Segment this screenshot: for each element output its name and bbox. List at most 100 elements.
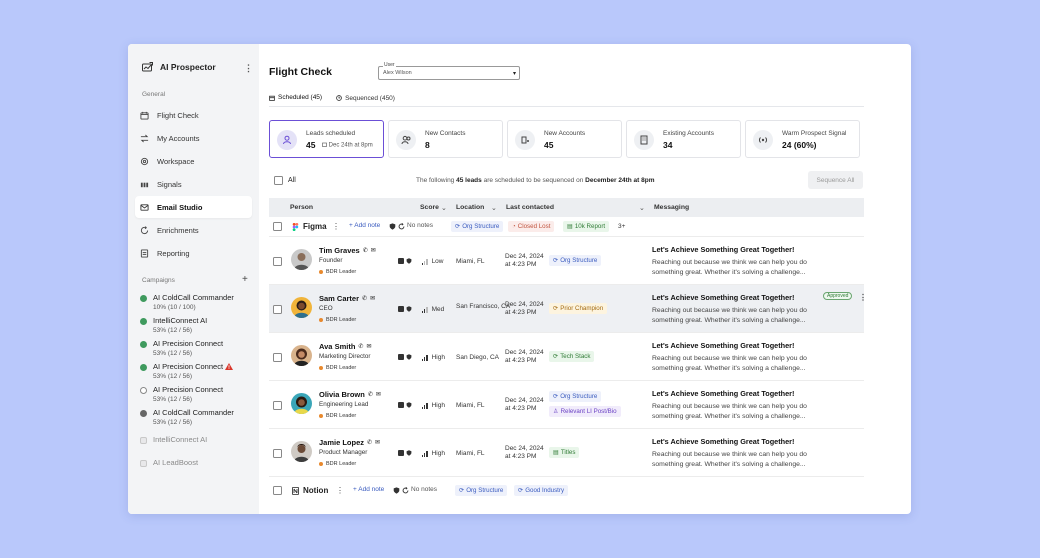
stat-warm-prospect[interactable]: Warm Prospect Signal 24 (60%) — [745, 120, 860, 158]
user-select-value: Alex Wilson — [383, 70, 412, 76]
mail-icon[interactable]: ✉ — [376, 391, 381, 398]
col-score[interactable]: Score — [420, 204, 439, 211]
tag-tech-stack: ⟳ Tech Stack — [549, 351, 595, 362]
nav-reporting[interactable]: Reporting — [135, 242, 252, 264]
row-checkbox[interactable] — [273, 305, 282, 314]
shield-icon[interactable] — [406, 402, 412, 408]
clock-icon — [336, 95, 342, 101]
last-contacted: Dec 24, 2024 at 4:23 PM — [505, 253, 544, 269]
table-row[interactable]: Tim Graves ✆ ✉ Founder BDR Leader Low Miam… — [269, 237, 864, 285]
user-select[interactable]: User Alex Wilson ▾ — [378, 62, 520, 80]
col-person[interactable]: Person — [290, 204, 313, 211]
person-name[interactable]: Olivia Brown — [319, 390, 365, 399]
app-menu-icon[interactable]: ⋮ — [244, 63, 253, 74]
campaign-item[interactable]: AI Precision Connect 53% (12 / 56) — [140, 385, 255, 403]
select-all-checkbox[interactable] — [274, 176, 283, 185]
row-checkbox[interactable] — [273, 486, 282, 495]
phone-icon[interactable]: ✆ — [362, 295, 367, 302]
message-preview[interactable]: Let's Achieve Something Great Together! R… — [652, 293, 834, 325]
mail-icon[interactable]: ✉ — [375, 439, 380, 446]
nav-signals[interactable]: Signals — [135, 173, 252, 195]
linkedin-icon[interactable] — [398, 402, 404, 408]
shield-icon[interactable] — [406, 450, 412, 456]
row-checkbox[interactable] — [273, 257, 282, 266]
tab-label: Sequenced (450) — [345, 94, 395, 102]
col-messaging[interactable]: Messaging — [654, 204, 689, 211]
person-name[interactable]: Ava Smith — [319, 342, 355, 351]
row-checkbox[interactable] — [273, 222, 282, 231]
tag-good-industry: ⟳ Good Industry — [514, 485, 569, 496]
nav-flight-check[interactable]: Flight Check — [135, 104, 252, 126]
more-tags-count[interactable]: 3+ — [618, 223, 625, 230]
linkedin-icon[interactable] — [398, 258, 404, 264]
nav-my-accounts[interactable]: My Accounts — [135, 127, 252, 149]
linkedin-icon[interactable] — [398, 354, 404, 360]
refresh-icon[interactable] — [402, 487, 409, 494]
phone-icon[interactable]: ✆ — [363, 247, 368, 254]
nav-enrichments[interactable]: Enrichments — [135, 219, 252, 241]
phone-icon[interactable]: ✆ — [358, 343, 363, 350]
message-preview[interactable]: Let's Achieve Something Great Together! R… — [652, 389, 834, 421]
tag-text: Tech Stack — [560, 353, 591, 360]
shield-icon[interactable] — [389, 223, 396, 230]
person-badge: BDR Leader — [319, 269, 356, 275]
col-location[interactable]: Location — [456, 204, 484, 211]
campaign-item[interactable]: AI ColdCall Commander 10% (10 / 100) — [140, 293, 255, 311]
add-note-button[interactable]: + Add note — [353, 486, 384, 493]
campaign-item[interactable]: AI Precision Connect 53% (12 / 56) — [140, 362, 255, 380]
campaign-item[interactable]: AI LeadBoost — [140, 458, 255, 467]
phone-icon[interactable]: ✆ — [368, 391, 373, 398]
stat-new-accounts[interactable]: New Accounts 45 — [507, 120, 622, 158]
row-checkbox[interactable] — [273, 449, 282, 458]
shield-icon[interactable] — [406, 258, 412, 264]
campaign-item[interactable]: AI ColdCall Commander 53% (12 / 56) — [140, 408, 255, 426]
linkedin-icon[interactable] — [398, 306, 404, 312]
add-note-button[interactable]: + Add note — [349, 222, 380, 229]
more-icon[interactable]: ⋮ — [332, 222, 340, 231]
phone-icon[interactable]: ✆ — [367, 439, 372, 446]
stats-row: Leads scheduled 45 Dec 24th at 8pm New C… — [269, 120, 860, 158]
stat-new-contacts[interactable]: New Contacts 8 — [388, 120, 503, 158]
shield-icon[interactable] — [406, 354, 412, 360]
chevron-down-icon[interactable]: ⌄ — [639, 204, 645, 212]
add-campaign-button[interactable]: + — [242, 274, 248, 285]
message-preview[interactable]: Let's Achieve Something Great Together! R… — [652, 437, 834, 469]
person-name[interactable]: Sam Carter — [319, 294, 359, 303]
row-checkbox[interactable] — [273, 401, 282, 410]
no-notes-label: No notes — [407, 222, 434, 229]
table-row[interactable]: Jamie Lopez ✆ ✉ Product Manager BDR Leader… — [269, 429, 864, 477]
more-icon[interactable]: ⋮ — [859, 293, 867, 302]
brand[interactable]: AI Prospector — [142, 62, 216, 72]
account-group-row[interactable]: Notion ⋮ + Add note No notes ⟳ Org Struct… — [269, 481, 864, 501]
more-icon[interactable]: ⋮ — [336, 486, 344, 495]
table-row[interactable]: Ava Smith ✆ ✉ Marketing Director BDR Leade… — [269, 333, 864, 381]
linkedin-icon[interactable] — [398, 450, 404, 456]
person-name[interactable]: Tim Graves — [319, 246, 360, 255]
message-body: Reaching out because we think we can hel… — [652, 259, 807, 276]
sequence-all-button[interactable]: Sequence All — [808, 171, 863, 189]
mail-icon[interactable]: ✉ — [370, 295, 375, 302]
campaign-item[interactable]: IntelliConnect AI — [140, 435, 255, 444]
shield-icon[interactable] — [406, 306, 412, 312]
message-title: Let's Achieve Something Great Together! — [652, 389, 795, 398]
col-last-contacted[interactable]: Last contacted — [506, 204, 554, 211]
stat-leads-scheduled[interactable]: Leads scheduled 45 Dec 24th at 8pm — [269, 120, 384, 158]
table-row[interactable]: Olivia Brown ✆ ✉ Engineering Lead BDR Lead… — [269, 381, 864, 429]
nav-workspace[interactable]: Workspace — [135, 150, 252, 172]
stat-existing-accounts[interactable]: Existing Accounts 34 — [626, 120, 741, 158]
message-preview[interactable]: Let's Achieve Something Great Together! R… — [652, 341, 834, 373]
campaign-item[interactable]: IntelliConnect AI 53% (12 / 56) — [140, 316, 255, 334]
table-row[interactable]: Sam Carter ✆ ✉ CEO BDR Leader Med San Fran… — [269, 285, 867, 333]
refresh-icon[interactable] — [398, 223, 405, 230]
mail-icon[interactable]: ✉ — [366, 343, 371, 350]
account-group-row[interactable]: Figma ⋮ + Add note No notes ⟳ Org Structu… — [269, 217, 864, 237]
shield-icon[interactable] — [393, 487, 400, 494]
chevron-down-icon[interactable]: ⌄ — [441, 204, 447, 212]
mail-icon[interactable]: ✉ — [371, 247, 376, 254]
person-name[interactable]: Jamie Lopez — [319, 438, 364, 447]
nav-email-studio[interactable]: Email Studio — [135, 196, 252, 218]
chevron-down-icon[interactable]: ⌄ — [491, 204, 497, 212]
row-checkbox[interactable] — [273, 353, 282, 362]
campaign-item[interactable]: AI Precision Connect 53% (12 / 56) — [140, 339, 255, 357]
message-preview[interactable]: Let's Achieve Something Great Together! R… — [652, 245, 834, 277]
